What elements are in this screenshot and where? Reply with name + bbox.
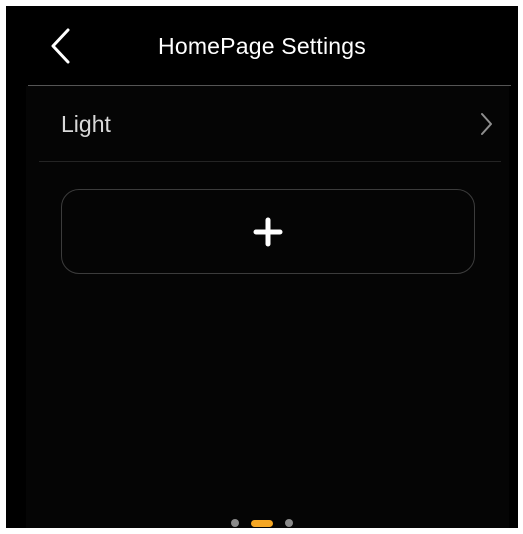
setting-row-light[interactable]: Light xyxy=(39,87,501,161)
page-title: HomePage Settings xyxy=(158,32,366,59)
homepage-settings-screen: HomePage Settings Light xyxy=(6,6,518,528)
row-divider xyxy=(39,161,501,162)
page-dot-2-active[interactable] xyxy=(251,519,273,527)
page-dot-1[interactable] xyxy=(231,519,239,527)
page-indicator xyxy=(6,517,518,528)
setting-label: Light xyxy=(61,110,111,137)
page-dot-3[interactable] xyxy=(285,519,293,527)
header: HomePage Settings xyxy=(6,6,518,86)
add-widget-button[interactable] xyxy=(61,189,475,274)
header-divider xyxy=(28,85,511,86)
plus-icon xyxy=(253,217,283,246)
chevron-right-icon xyxy=(481,113,492,135)
